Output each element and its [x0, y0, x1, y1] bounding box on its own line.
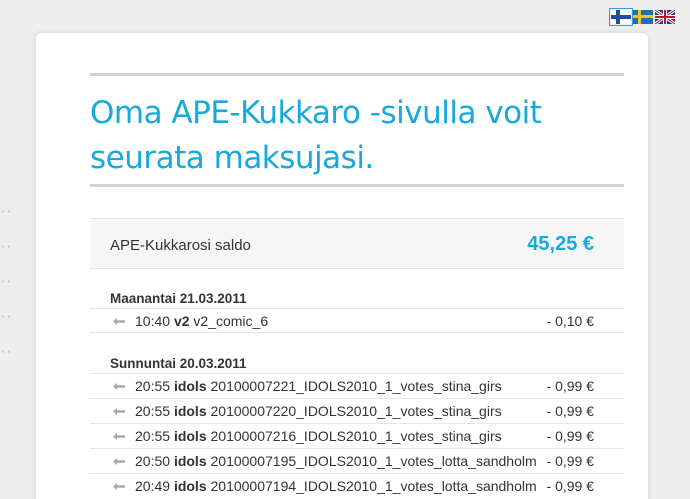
transaction-description: 20:55 idols 20100007220_IDOLS2010_1_vote…: [135, 403, 502, 419]
arrow-left-icon: [113, 383, 125, 390]
arrow-left-icon: [113, 318, 125, 325]
transaction-row: 20:50 idols 20100007195_IDOLS2010_1_vote…: [90, 448, 624, 473]
british-flag-icon[interactable]: [655, 10, 675, 24]
transaction-row: 20:55 idols 20100007221_IDOLS2010_1_vote…: [90, 373, 624, 398]
page-title: Oma APE-Kukkaro -sivulla voit seurata ma…: [90, 95, 542, 176]
transaction-description: 20:49 idols 20100007194_IDOLS2010_1_vote…: [135, 478, 537, 494]
transaction-amount: - 0,99 €: [546, 428, 594, 444]
transaction-row: 20:55 idols 20100007216_IDOLS2010_1_vote…: [90, 423, 624, 448]
transaction-description: 20:50 idols 20100007195_IDOLS2010_1_vote…: [135, 453, 537, 469]
transaction-row: 10:40 v2 v2_comic_6 - 0,10 €: [90, 308, 624, 333]
arrow-left-icon: [113, 458, 125, 465]
decorative-dots: [0, 210, 14, 385]
transaction-amount: - 0,99 €: [546, 453, 594, 469]
balance-amount: 45,25 €: [527, 233, 594, 255]
finnish-flag-icon[interactable]: [609, 8, 633, 26]
transaction-amount: - 0,99 €: [546, 478, 594, 494]
arrow-left-icon: [113, 433, 125, 440]
transaction-amount: - 0,99 €: [546, 378, 594, 394]
language-selector: [609, 8, 675, 26]
day-heading: Maanantai 21.03.2011: [110, 291, 247, 306]
transaction-description: 20:55 idols 20100007221_IDOLS2010_1_vote…: [135, 378, 502, 394]
transaction-row: 20:49 idols 20100007194_IDOLS2010_1_vote…: [90, 473, 624, 498]
balance-label: APE-Kukkarosi saldo: [110, 237, 251, 254]
divider-bottom: [90, 184, 624, 187]
transaction-description: 10:40 v2 v2_comic_6: [135, 313, 269, 329]
day-heading: Sunnuntai 20.03.2011: [110, 356, 247, 371]
arrow-left-icon: [113, 483, 125, 490]
transaction-row: 20:55 idols 20100007220_IDOLS2010_1_vote…: [90, 398, 624, 423]
balance-panel: APE-Kukkarosi saldo 45,25 €: [90, 218, 624, 269]
swedish-flag-icon[interactable]: [633, 10, 653, 24]
divider-top: [90, 73, 624, 76]
wallet-card: Oma APE-Kukkaro -sivulla voit seurata ma…: [36, 33, 648, 499]
transaction-amount: - 0,10 €: [546, 313, 594, 329]
transaction-amount: - 0,99 €: [546, 403, 594, 419]
arrow-left-icon: [113, 408, 125, 415]
transaction-description: 20:55 idols 20100007216_IDOLS2010_1_vote…: [135, 428, 502, 444]
